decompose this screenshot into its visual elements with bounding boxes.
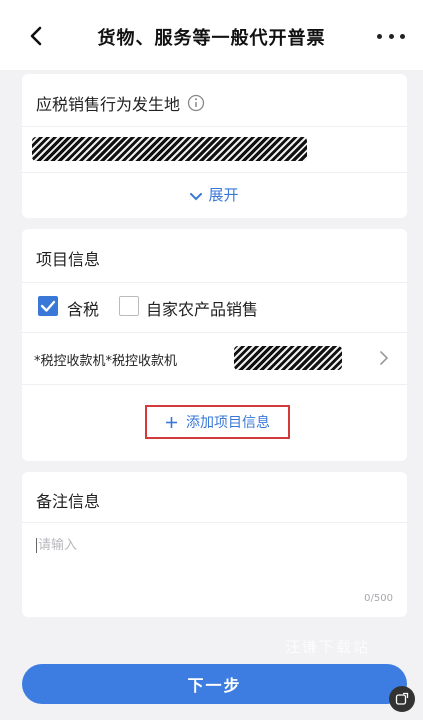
location-card: 应税销售行为发生地 展开 <box>22 74 407 218</box>
tax-included-label: 含税 <box>67 300 100 319</box>
farm-sales-checkbox[interactable] <box>119 296 139 316</box>
chevron-down-icon <box>190 187 203 205</box>
project-item-row[interactable]: *税控收款机*税控收款机 <box>22 333 407 383</box>
expand-button[interactable]: 展开 <box>22 184 407 205</box>
divider <box>22 126 407 127</box>
location-label: 应税销售行为发生地 <box>36 95 181 114</box>
share-icon[interactable] <box>389 686 415 712</box>
divider <box>22 522 407 523</box>
page-title: 货物、服务等一般代开普票 <box>97 28 326 49</box>
remarks-counter: 0/500 <box>364 593 393 604</box>
redacted-location-value <box>32 137 307 161</box>
check-icon <box>40 300 56 312</box>
more-icon[interactable] <box>377 26 405 46</box>
tax-included-checkbox[interactable] <box>38 296 58 316</box>
plus-icon <box>165 416 178 429</box>
chevron-right-icon <box>380 350 389 369</box>
remarks-card: 备注信息 请输入 0/500 <box>22 472 407 617</box>
divider <box>22 384 407 385</box>
farm-sales-label: 自家农产品销售 <box>146 300 259 319</box>
add-project-label: 添加项目信息 <box>186 415 270 431</box>
top-bar: 货物、服务等一般代开普票 <box>0 0 423 70</box>
remarks-input[interactable]: 请输入 <box>36 534 396 594</box>
expand-label: 展开 <box>208 186 239 204</box>
add-project-button[interactable]: 添加项目信息 <box>145 405 290 439</box>
remarks-placeholder: 请输入 <box>36 538 78 553</box>
project-item-name: *税控收款机*税控收款机 <box>34 354 178 369</box>
info-icon[interactable] <box>187 94 205 112</box>
next-step-button[interactable]: 下一步 <box>22 664 407 704</box>
watermark: 汪谦下载站 <box>285 638 371 656</box>
remarks-title: 备注信息 <box>36 492 101 511</box>
location-label-row: 应税销售行为发生地 <box>36 91 205 115</box>
divider <box>22 282 407 283</box>
redacted-item-value <box>234 346 342 370</box>
divider <box>22 172 407 173</box>
next-step-label: 下一步 <box>187 676 242 695</box>
project-title: 项目信息 <box>36 250 101 269</box>
